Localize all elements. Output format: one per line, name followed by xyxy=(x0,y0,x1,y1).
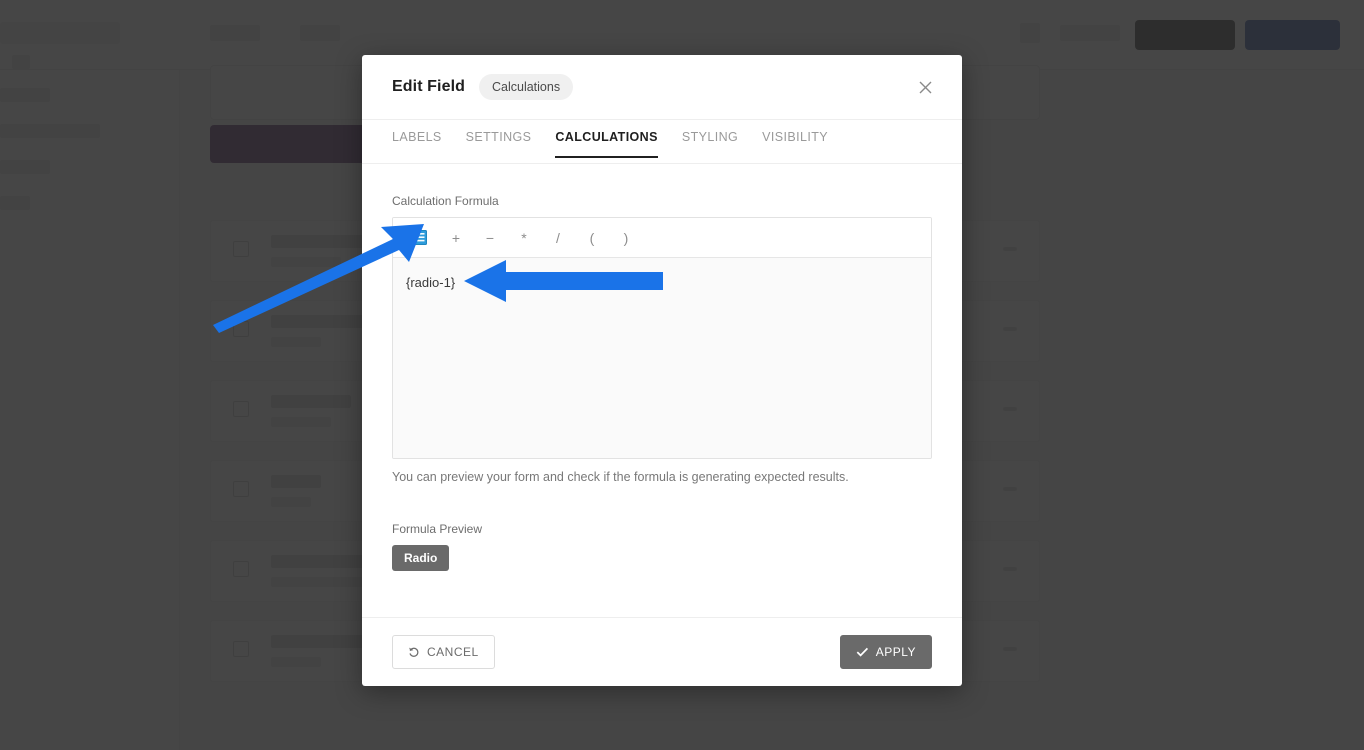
undo-icon xyxy=(409,647,419,657)
tab-styling[interactable]: STYLING xyxy=(682,120,738,157)
status-badge: Calculations xyxy=(479,74,574,100)
apply-button[interactable]: APPLY xyxy=(839,635,932,669)
formula-helper-text: You can preview your form and check if t… xyxy=(392,470,849,484)
edit-field-modal: Edit Field Calculations LABELS SETTINGS … xyxy=(362,55,962,686)
operator-minus-button[interactable]: − xyxy=(473,223,507,253)
formula-editor: + − * / ( ) {radio-1} xyxy=(392,217,932,459)
operator-close-paren-button[interactable]: ) xyxy=(609,223,643,253)
close-icon[interactable] xyxy=(910,72,940,102)
operator-open-paren-button[interactable]: ( xyxy=(575,223,609,253)
calculations-panel: Calculation Formula + − * / ( ) {radio-1… xyxy=(362,164,962,617)
formula-toolbar: + − * / ( ) xyxy=(393,218,931,258)
formula-preview-label: Formula Preview xyxy=(392,522,483,536)
operator-multiply-button[interactable]: * xyxy=(507,223,541,253)
cancel-button-label: CANCEL xyxy=(427,645,479,659)
tab-labels[interactable]: LABELS xyxy=(392,120,442,157)
calculation-formula-label: Calculation Formula xyxy=(392,194,499,208)
operator-divide-button[interactable]: / xyxy=(541,223,575,253)
formula-preview-chip: Radio xyxy=(392,545,450,571)
tab-calculations[interactable]: CALCULATIONS xyxy=(555,120,659,158)
apply-button-label: APPLY xyxy=(875,645,916,659)
operator-plus-button[interactable]: + xyxy=(439,223,473,253)
check-icon xyxy=(856,647,868,657)
modal-tabs: LABELS SETTINGS CALCULATIONS STYLING VIS… xyxy=(362,120,962,164)
form-field-icon[interactable] xyxy=(406,224,434,252)
modal-header: Edit Field Calculations xyxy=(362,55,962,120)
tab-settings[interactable]: SETTINGS xyxy=(466,120,532,157)
modal-footer: CANCEL APPLY xyxy=(362,617,962,686)
tab-visibility[interactable]: VISIBILITY xyxy=(762,120,828,157)
cancel-button[interactable]: CANCEL xyxy=(392,635,495,669)
formula-input[interactable]: {radio-1} xyxy=(393,258,931,458)
page-title: Edit Field xyxy=(392,78,465,95)
